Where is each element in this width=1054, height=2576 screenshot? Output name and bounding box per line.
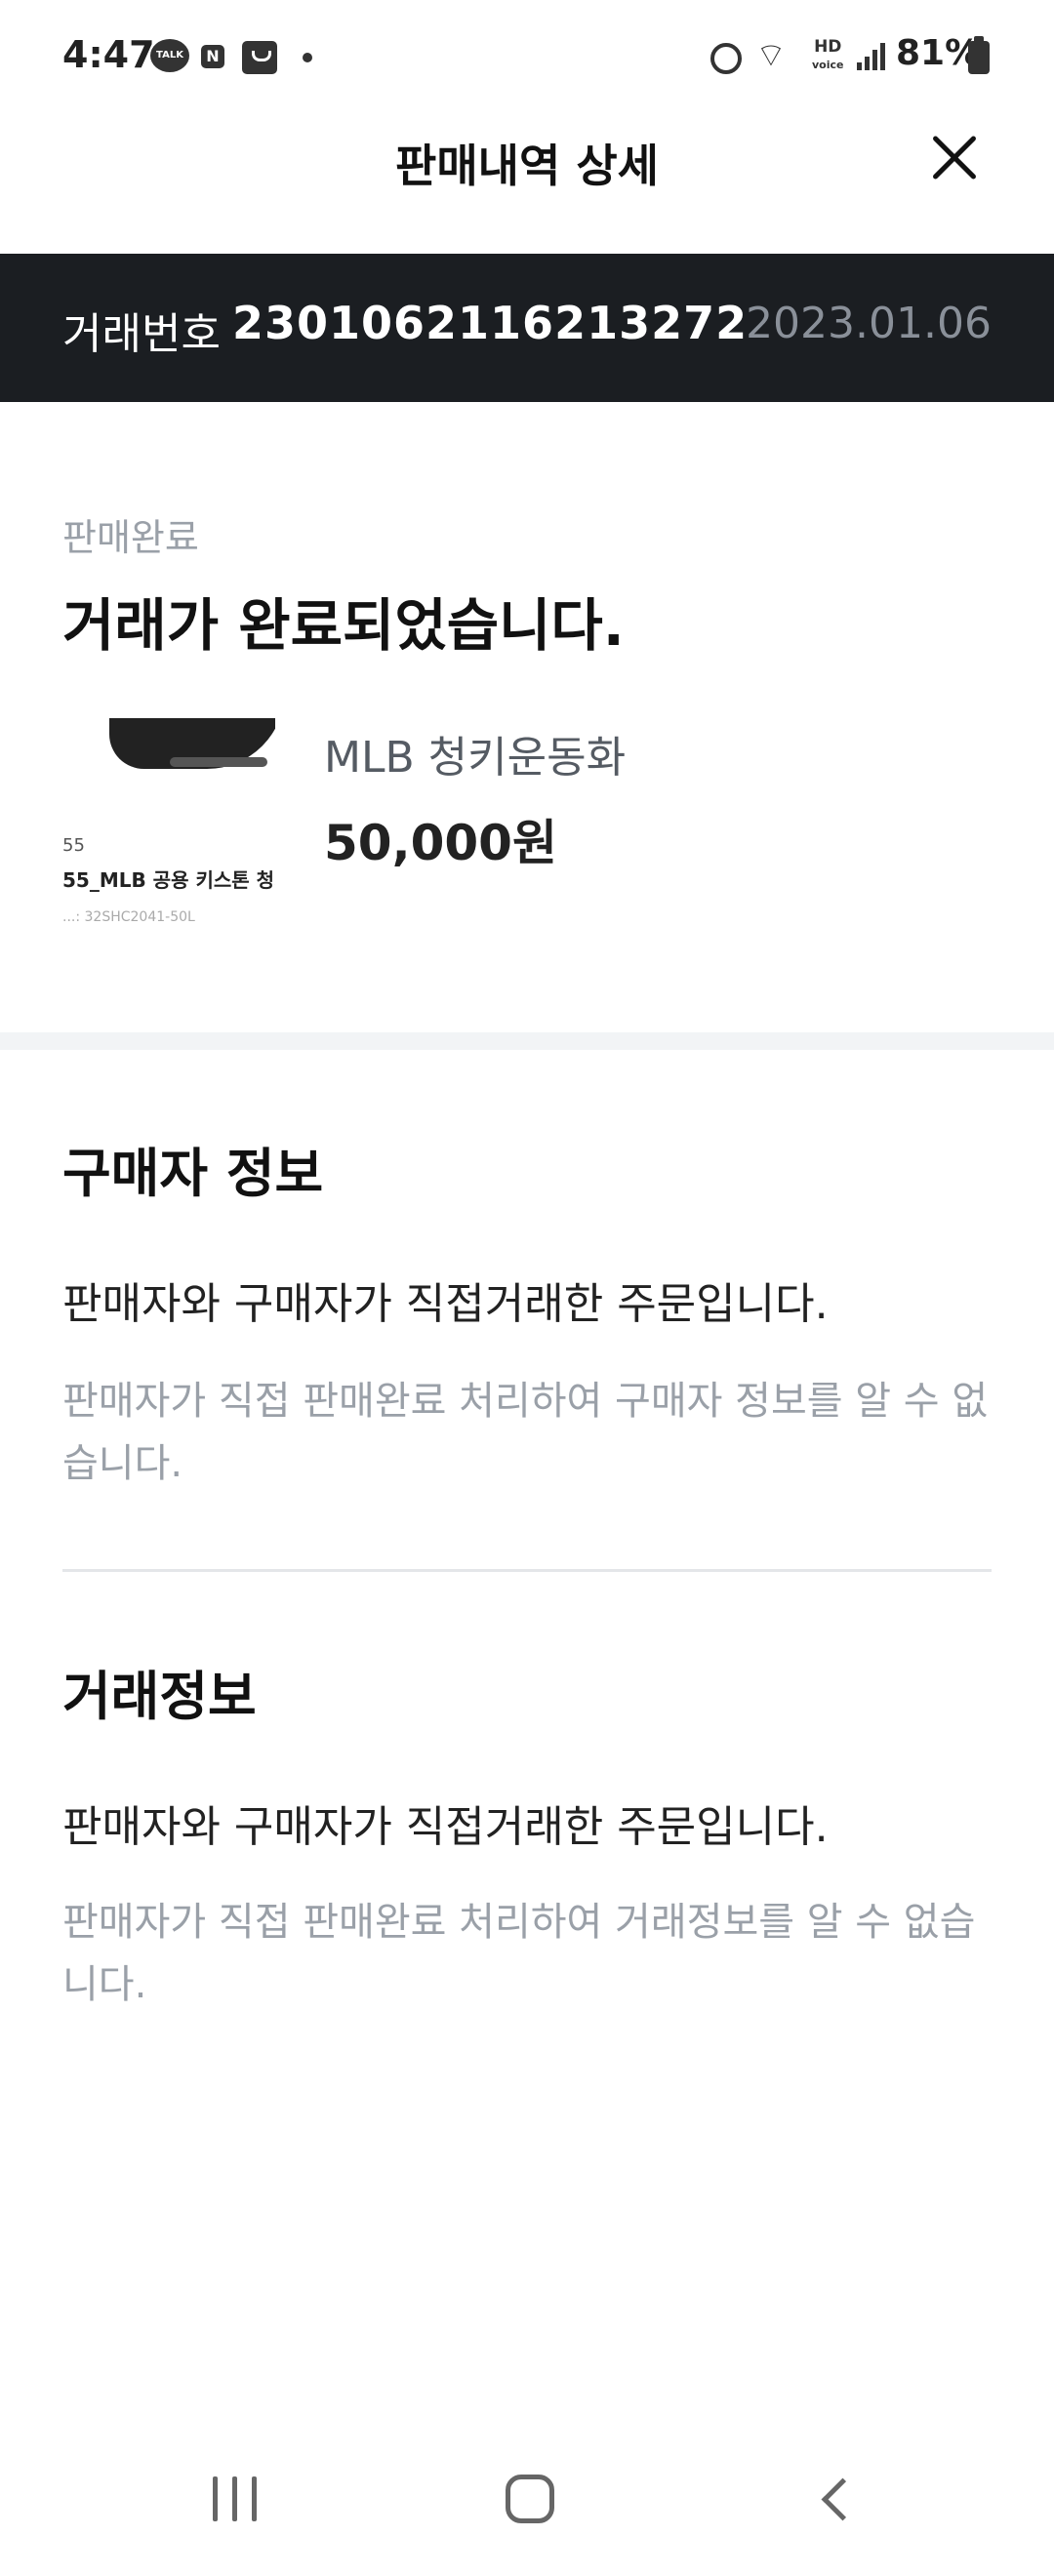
transaction-number-label: 거래번호: [62, 309, 221, 359]
product-price: 50,000원: [324, 815, 557, 871]
buyer-info-note: 판매자가 직접 판매완료 처리하여 구매자 정보를 알 수 없습니다.: [62, 1379, 989, 1486]
page-header: 판매내역 상세: [0, 115, 1054, 254]
buyer-info-title: 구매자 정보: [62, 1143, 324, 1204]
system-nav-bar: [0, 2459, 1054, 2576]
signal-icon: [857, 41, 885, 70]
transaction-info-note: 판매자가 직접 판매완료 처리하여 거래정보를 알 수 없습니다.: [62, 1900, 976, 2007]
recent-apps-icon[interactable]: [213, 2476, 260, 2521]
transaction-date: 2023.01.06: [746, 299, 992, 348]
thumbnail-subcaption: ...: 32SHC2041-50L: [62, 909, 195, 925]
order-status-label: 판매완료: [62, 516, 199, 559]
transaction-info-title: 거래정보: [62, 1666, 257, 1727]
order-status-message: 거래가 완료되었습니다.: [62, 592, 625, 659]
buyer-info-body: 판매자와 구매자가 직접거래한 주문입니다.: [62, 1279, 829, 1329]
status-bar: 4:47 TALK N ⌔ HD voice 81%: [0, 0, 1054, 115]
transaction-number: 2301062116213272: [232, 297, 749, 349]
status-time: 4:47: [62, 33, 155, 76]
kakaotalk-icon: TALK: [150, 39, 189, 72]
divider: [62, 1569, 992, 1572]
alarm-icon: [710, 43, 742, 74]
shopping-bag-icon: [242, 41, 277, 74]
section-separator: [0, 1032, 1054, 1050]
back-icon[interactable]: [816, 2478, 855, 2517]
battery-icon: [968, 36, 990, 74]
naver-icon: N: [201, 45, 224, 68]
thumbnail-caption: 55_MLB 공용 키스톤 청키: [62, 868, 275, 892]
hd-voice-icon: HD voice: [812, 39, 843, 73]
wifi-icon: ⌔: [755, 36, 787, 75]
thumbnail-code: 55: [62, 835, 85, 856]
notification-dot-icon: [303, 53, 312, 62]
voice-label: voice: [812, 59, 844, 71]
product-name[interactable]: MLB 청키운동화: [324, 722, 626, 785]
shoe-sole: [170, 757, 267, 767]
transaction-bar: 거래번호 2301062116213272 2023.01.06: [0, 254, 1054, 402]
home-icon[interactable]: [506, 2475, 554, 2523]
close-icon[interactable]: [923, 127, 986, 189]
product-thumbnail[interactable]: 55 55_MLB 공용 키스톤 청키 ...: 32SHC2041-50L: [62, 718, 275, 931]
page-title: 판매내역 상세: [395, 140, 659, 192]
transaction-info-body: 판매자와 구매자가 직접거래한 주문입니다.: [62, 1802, 829, 1852]
hd-label: HD: [814, 37, 842, 57]
